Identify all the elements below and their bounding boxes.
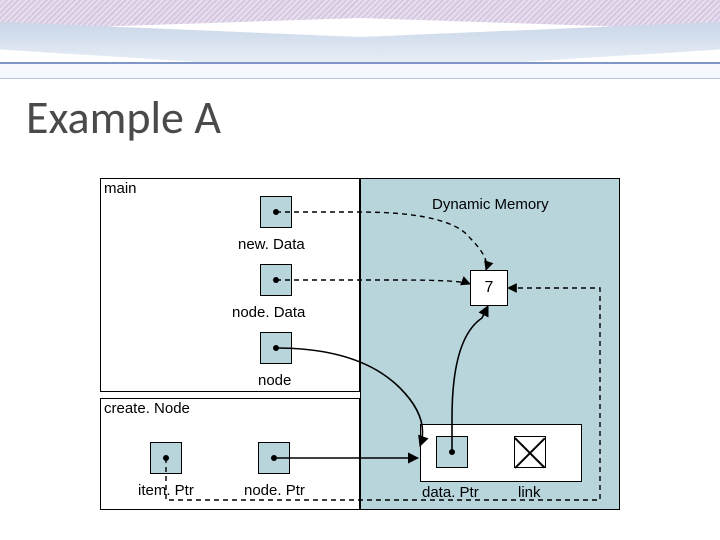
var-node-cell	[260, 332, 292, 364]
var-newData-cell	[260, 196, 292, 228]
heap-node-dataPtr-cell	[436, 436, 468, 468]
var-itemPtr-cell	[150, 442, 182, 474]
frame-main	[100, 178, 360, 392]
var-nodeData-label: node. Data	[232, 304, 305, 321]
heap-node-link-cell	[514, 436, 546, 468]
heap-int: 7	[470, 270, 508, 306]
heap-node-link-label: link	[518, 484, 541, 501]
page-title: Example A	[26, 90, 221, 146]
heap-node-dataPtr-label: data. Ptr	[422, 484, 479, 501]
decor-band	[0, 0, 720, 30]
decor-band	[0, 62, 720, 79]
diagram: main new. Data node. Data node create. N…	[100, 178, 620, 513]
var-newData-label: new. Data	[238, 236, 305, 253]
slide: Example A main new. Data node. Data node…	[0, 0, 720, 540]
var-nodePtr-label: node. Ptr	[244, 482, 305, 499]
var-nodeData-cell	[260, 264, 292, 296]
frame-createNode-label: create. Node	[104, 400, 190, 417]
frame-dynamic-label: Dynamic Memory	[432, 196, 549, 213]
var-node-label: node	[258, 372, 291, 389]
var-nodePtr-cell	[258, 442, 290, 474]
frame-main-label: main	[104, 180, 137, 197]
var-itemPtr-label: item. Ptr	[138, 482, 194, 499]
